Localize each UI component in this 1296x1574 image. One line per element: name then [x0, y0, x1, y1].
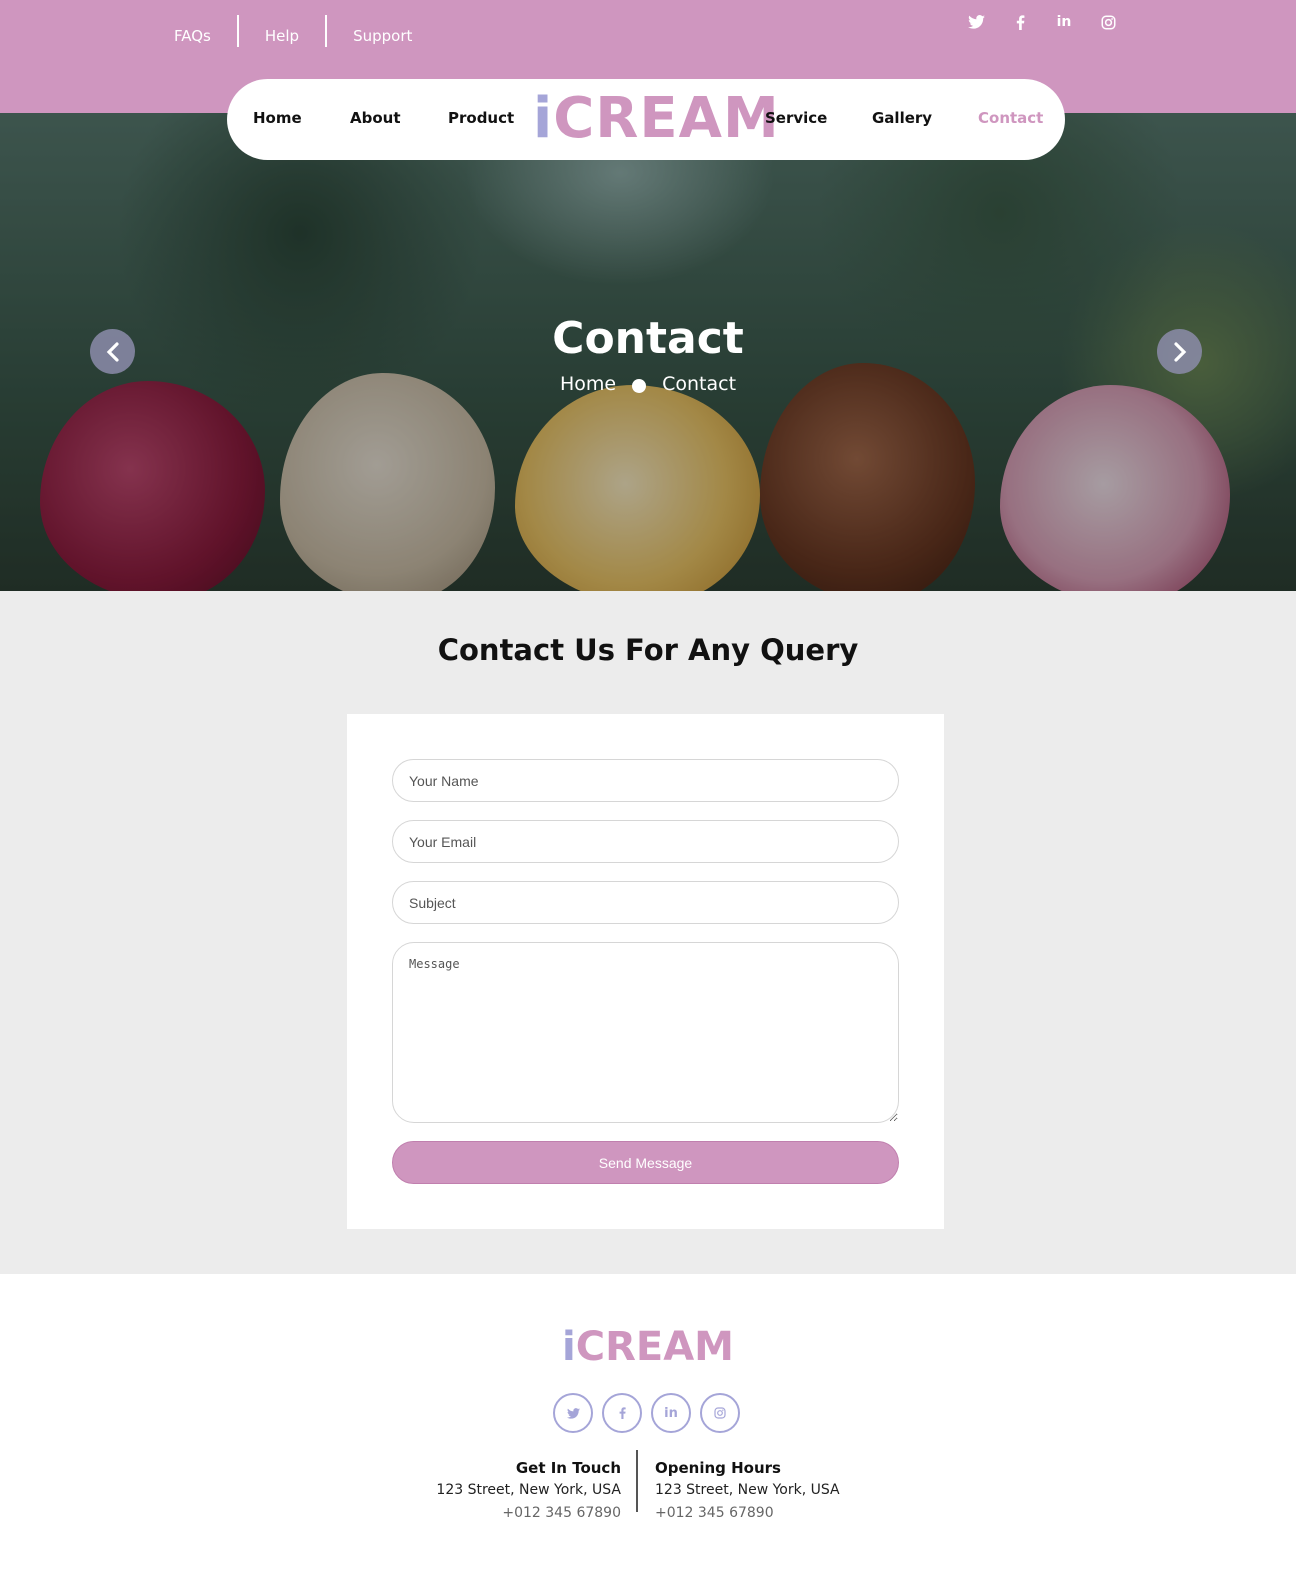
- opening-hours-phone: +012 345 67890: [655, 1505, 774, 1521]
- footer-social-icons: in: [553, 1393, 740, 1433]
- opening-hours-column: Opening Hours 123 Street, New York, USA …: [655, 1457, 840, 1525]
- nav-about[interactable]: About: [350, 109, 401, 127]
- instagram-icon[interactable]: [1098, 10, 1118, 34]
- opening-hours-title: Opening Hours: [655, 1459, 781, 1477]
- get-in-touch-address: 123 Street, New York, USA: [436, 1482, 621, 1498]
- nav-service[interactable]: Service: [765, 109, 827, 127]
- top-link-divider: [325, 15, 328, 47]
- message-textarea[interactable]: [392, 942, 899, 1123]
- contact-heading: Contact Us For Any Query: [437, 633, 859, 667]
- nav-home[interactable]: Home: [253, 109, 302, 127]
- email-input[interactable]: [392, 820, 899, 863]
- linkedin-icon[interactable]: in: [1054, 10, 1074, 34]
- logo-word: CREAM: [575, 1324, 734, 1370]
- logo-letter-i: i: [533, 86, 554, 151]
- footer-divider: [636, 1450, 638, 1512]
- facebook-icon[interactable]: [1010, 10, 1030, 34]
- faqs-link[interactable]: FAQs: [174, 17, 211, 45]
- facebook-icon[interactable]: [602, 1393, 642, 1433]
- top-links: FAQs Help Support: [174, 14, 412, 48]
- contact-section: Contact Us For Any Query Send Message: [0, 591, 1296, 1274]
- breadcrumb: Home Contact: [0, 373, 1296, 395]
- get-in-touch-title: Get In Touch: [515, 1459, 621, 1477]
- nav-product[interactable]: Product: [448, 109, 514, 127]
- support-link[interactable]: Support: [353, 17, 412, 45]
- breadcrumb-home[interactable]: Home: [560, 373, 616, 395]
- instagram-icon[interactable]: [700, 1393, 740, 1433]
- hero-banner: Contact Home Contact: [0, 113, 1296, 591]
- help-link[interactable]: Help: [265, 17, 299, 45]
- get-in-touch-column: Get In Touch 123 Street, New York, USA +…: [436, 1457, 621, 1525]
- nav-contact[interactable]: Contact: [978, 109, 1043, 127]
- top-social-icons: in: [966, 10, 1118, 34]
- get-in-touch-phone: +012 345 67890: [502, 1505, 621, 1521]
- footer: iCREAM in Get In Touch 123 Street, New Y…: [0, 1274, 1296, 1574]
- send-message-button[interactable]: Send Message: [392, 1141, 899, 1184]
- main-nav: Home About Product iCREAM Service Galler…: [227, 79, 1065, 160]
- top-link-divider: [236, 15, 239, 47]
- site-logo[interactable]: iCREAM: [533, 89, 780, 149]
- name-input[interactable]: [392, 759, 899, 802]
- opening-hours-address: 123 Street, New York, USA: [655, 1482, 840, 1498]
- twitter-icon[interactable]: [966, 10, 986, 34]
- page-title: Contact: [552, 313, 744, 364]
- nav-gallery[interactable]: Gallery: [872, 109, 932, 127]
- subject-input[interactable]: [392, 881, 899, 924]
- logo-word: CREAM: [553, 86, 780, 151]
- linkedin-icon[interactable]: in: [651, 1393, 691, 1433]
- footer-logo[interactable]: iCREAM: [0, 1324, 1296, 1370]
- contact-form: Send Message: [347, 714, 944, 1229]
- logo-letter-i: i: [562, 1324, 576, 1370]
- breadcrumb-separator-dot: [632, 378, 647, 393]
- breadcrumb-current: Contact: [662, 373, 737, 395]
- twitter-icon[interactable]: [553, 1393, 593, 1433]
